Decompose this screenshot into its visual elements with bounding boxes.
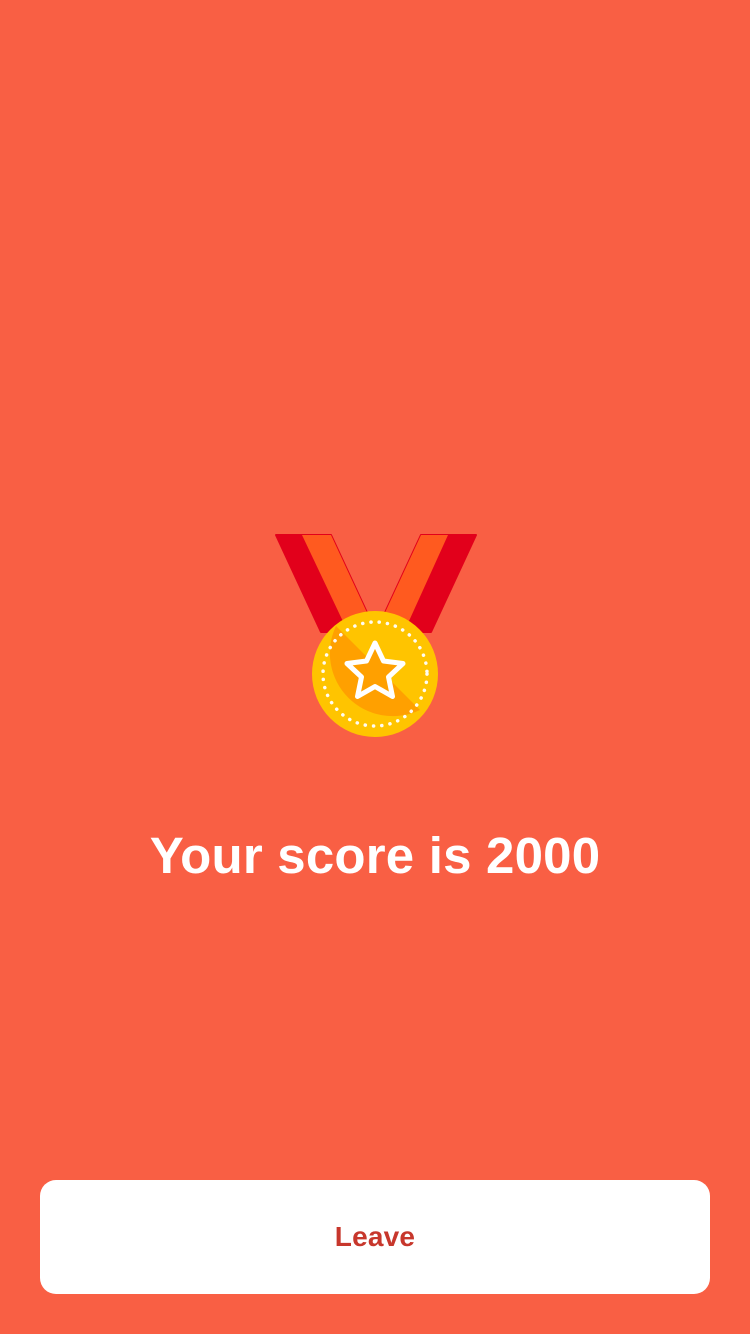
medal-icon	[274, 534, 478, 740]
leave-button[interactable]: Leave	[40, 1180, 710, 1294]
leave-button-label: Leave	[334, 1221, 416, 1252]
score-text: Your score is 2000	[149, 827, 601, 884]
